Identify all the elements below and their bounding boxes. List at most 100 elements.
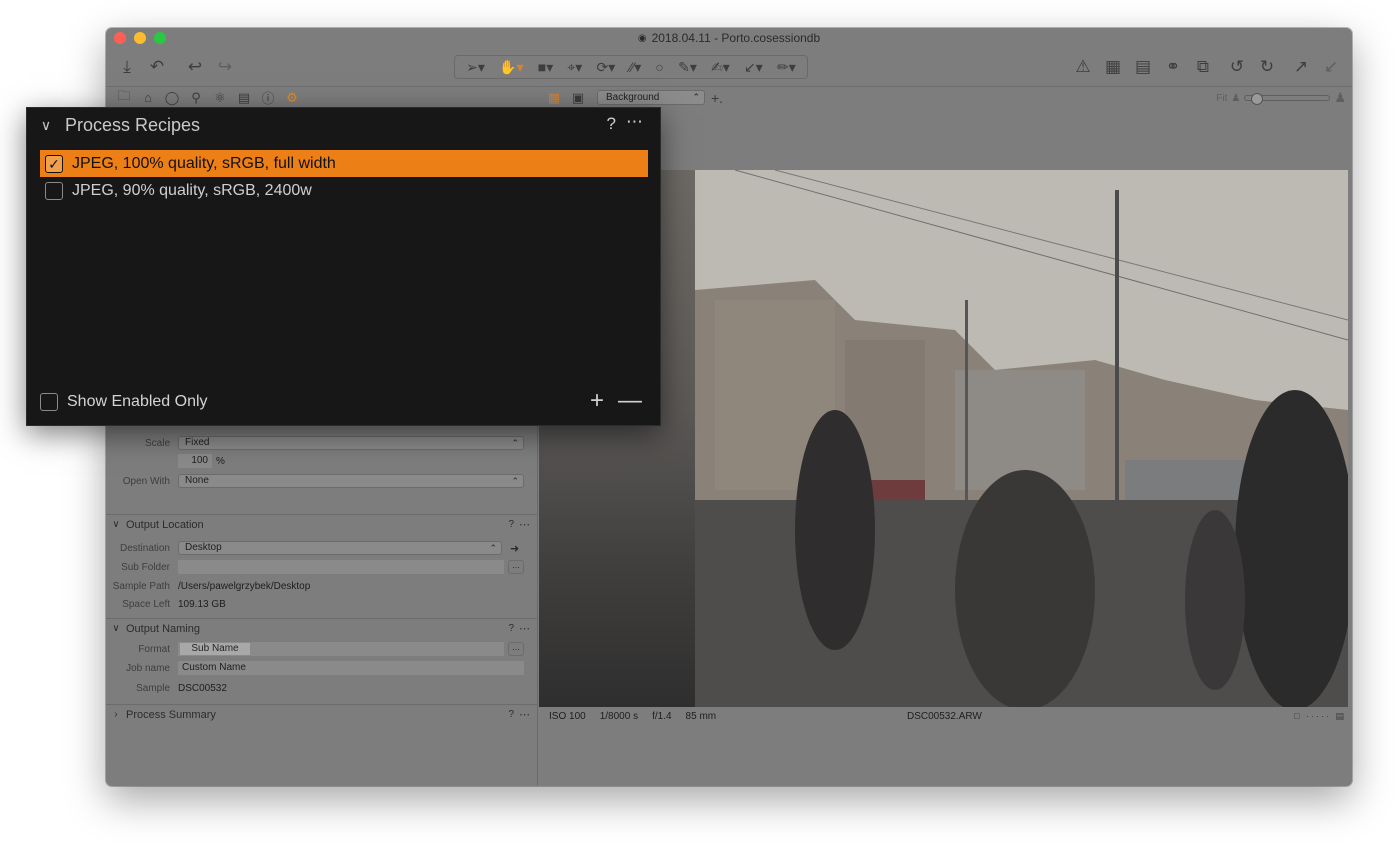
- document-icon: ◉: [637, 32, 647, 44]
- redo-icon[interactable]: ↪: [210, 48, 240, 86]
- recipe-checkbox[interactable]: [45, 181, 63, 200]
- rotate-icon[interactable]: ⟳▾: [597, 56, 616, 78]
- help-icon[interactable]: ?: [508, 519, 514, 530]
- single-view-icon[interactable]: ▣: [569, 90, 587, 106]
- close-window-button[interactable]: [114, 32, 126, 44]
- space-left-row: Space Left 109.13 GB: [106, 595, 538, 613]
- select-cursor-icon[interactable]: ➢▾: [466, 56, 485, 78]
- percent-unit: %: [216, 455, 225, 467]
- keystone-icon[interactable]: ⁄⁄▾: [630, 56, 642, 78]
- undo-history-icon[interactable]: ↶: [142, 48, 172, 86]
- capture-tab-icon[interactable]: ⌂: [138, 90, 158, 105]
- destination-select[interactable]: Desktop: [178, 541, 502, 555]
- crop-icon[interactable]: ⌖▾: [567, 56, 582, 78]
- details-tab-icon[interactable]: ⚲: [186, 90, 206, 106]
- sub-folder-input[interactable]: [178, 560, 504, 574]
- guides-icon[interactable]: ▤: [1128, 48, 1158, 86]
- job-name-label: Job name: [126, 662, 170, 674]
- more-icon[interactable]: ⋯: [519, 518, 530, 531]
- sub-folder-browse-button[interactable]: ...: [508, 560, 524, 574]
- proof-glasses-icon[interactable]: ⚭: [1158, 48, 1188, 86]
- minimize-window-button[interactable]: [134, 32, 146, 44]
- output-tab-icon[interactable]: ⚙: [282, 90, 302, 106]
- spot-removal-icon[interactable]: ○: [655, 56, 663, 78]
- color-tab-icon[interactable]: ⚛: [210, 90, 230, 106]
- remove-recipe-button[interactable]: —: [618, 387, 642, 415]
- space-left-value: 109.13 GB: [178, 598, 226, 610]
- chevron-down-icon[interactable]: ∨: [27, 117, 65, 134]
- fit-label: Fit: [1216, 92, 1228, 104]
- popup-footer: Show Enabled Only + —: [27, 379, 660, 425]
- image-status-bar: ISO 100 1/8000 s f/1.4 85 mm DSC00532.AR…: [539, 708, 1352, 724]
- maximize-window-button[interactable]: [154, 32, 166, 44]
- show-enabled-only-checkbox[interactable]: [40, 393, 58, 411]
- help-icon[interactable]: ?: [607, 114, 616, 134]
- sub-name-token[interactable]: Sub Name: [180, 643, 250, 655]
- grid-icon[interactable]: ▦: [1098, 48, 1128, 86]
- focal-length-value: 85 mm: [685, 710, 717, 722]
- library-tab-icon[interactable]: 🗀: [114, 87, 134, 109]
- scale-select[interactable]: Fixed: [178, 436, 524, 450]
- import-icon[interactable]: ⤓: [112, 48, 142, 86]
- sample-row: Sample DSC00532: [106, 679, 538, 697]
- recipe-item[interactable]: ✓ JPEG, 100% quality, sRGB, full width: [40, 150, 648, 177]
- more-icon[interactable]: ⋯: [519, 708, 530, 721]
- format-input[interactable]: Sub Name: [178, 642, 504, 656]
- zoom-in-person-icon[interactable]: ♟: [1334, 90, 1346, 106]
- color-picker-icon[interactable]: ✍▾: [711, 56, 730, 78]
- process-recipes-popup: ∨ Process Recipes ? ⋯ ✓ JPEG, 100% quali…: [26, 107, 661, 426]
- file-name: DSC00532.ARW: [907, 710, 982, 722]
- zoom-slider[interactable]: [1244, 93, 1331, 105]
- photo-preview[interactable]: [695, 170, 1348, 707]
- pan-hand-icon[interactable]: ✋▾: [499, 56, 523, 78]
- shutter-value: 1/8000 s: [599, 710, 639, 722]
- more-icon[interactable]: ⋯: [519, 622, 530, 635]
- multi-view-icon[interactable]: ▦: [545, 90, 563, 106]
- rating-dots-icon[interactable]: □ ····· ▤: [1294, 711, 1346, 722]
- iso-value: ISO 100: [549, 710, 586, 722]
- variants-icon[interactable]: ⧉: [1188, 48, 1218, 86]
- output-location-header[interactable]: ∨ Output Location ? ⋯: [106, 514, 538, 534]
- lens-tab-icon[interactable]: ◯: [162, 90, 182, 106]
- help-icon[interactable]: ?: [508, 709, 514, 720]
- sample-label: Sample: [136, 682, 170, 694]
- rotate-right-icon[interactable]: ↻: [1252, 48, 1282, 86]
- collapse-icon[interactable]: ↙: [1316, 48, 1346, 86]
- more-icon[interactable]: ⋯: [626, 112, 644, 132]
- output-naming-header[interactable]: ∨ Output Naming ? ⋯: [106, 618, 538, 638]
- reveal-arrow-icon[interactable]: ➜: [510, 542, 519, 555]
- job-name-input[interactable]: Custom Name: [178, 661, 524, 675]
- help-icon[interactable]: ?: [508, 623, 514, 634]
- rotate-left-icon[interactable]: ↺: [1222, 48, 1252, 86]
- recipe-item[interactable]: JPEG, 90% quality, sRGB, 2400w: [40, 177, 648, 204]
- viewer-bar: ▦ ▣ Background +. Fit ♟ ♟: [539, 86, 1352, 108]
- window-controls: [114, 32, 166, 44]
- metadata-tab-icon[interactable]: ▤: [234, 90, 254, 106]
- info-tab-icon[interactable]: ⓘ: [258, 88, 278, 107]
- chevron-right-icon: ›: [114, 709, 118, 720]
- space-left-label: Space Left: [122, 598, 170, 610]
- warning-icon[interactable]: ⚠: [1068, 48, 1098, 86]
- style-select[interactable]: Background: [597, 90, 705, 105]
- process-summary-header[interactable]: › Process Summary ? ⋯: [106, 704, 538, 724]
- annotation-icon[interactable]: ✏▾: [777, 56, 796, 78]
- brush-icon[interactable]: ✎▾: [678, 56, 697, 78]
- recipe-label: JPEG, 90% quality, sRGB, 2400w: [72, 181, 312, 199]
- scale-label: Scale: [144, 437, 170, 449]
- add-style-icon[interactable]: +.: [711, 90, 723, 106]
- zoom-out-person-icon[interactable]: ♟: [1231, 93, 1240, 104]
- process-summary-title: Process Summary: [126, 708, 216, 721]
- cursor-tools-group: ➢▾ ✋▾ ■▾ ⌖▾ ⟳▾ ⁄⁄▾ ○ ✎▾ ✍▾ ↙▾ ✏▾: [454, 55, 808, 79]
- undo-icon[interactable]: ↩: [180, 48, 210, 86]
- loupe-icon[interactable]: ■▾: [538, 56, 553, 78]
- popup-header: ∨ Process Recipes ? ⋯: [27, 108, 660, 142]
- add-recipe-button[interactable]: +: [590, 387, 604, 415]
- title-bar: ◉ 2018.04.11 - Porto.cosessiondb: [106, 28, 1352, 48]
- scale-percent-input[interactable]: 100: [178, 454, 212, 468]
- chevron-down-icon: ∨: [112, 519, 120, 530]
- open-with-select[interactable]: None: [178, 474, 524, 488]
- expand-icon[interactable]: ↗: [1286, 48, 1316, 86]
- format-browse-button[interactable]: ...: [508, 642, 524, 656]
- copy-apply-icon[interactable]: ↙▾: [744, 56, 763, 78]
- recipe-checkbox[interactable]: ✓: [45, 154, 63, 173]
